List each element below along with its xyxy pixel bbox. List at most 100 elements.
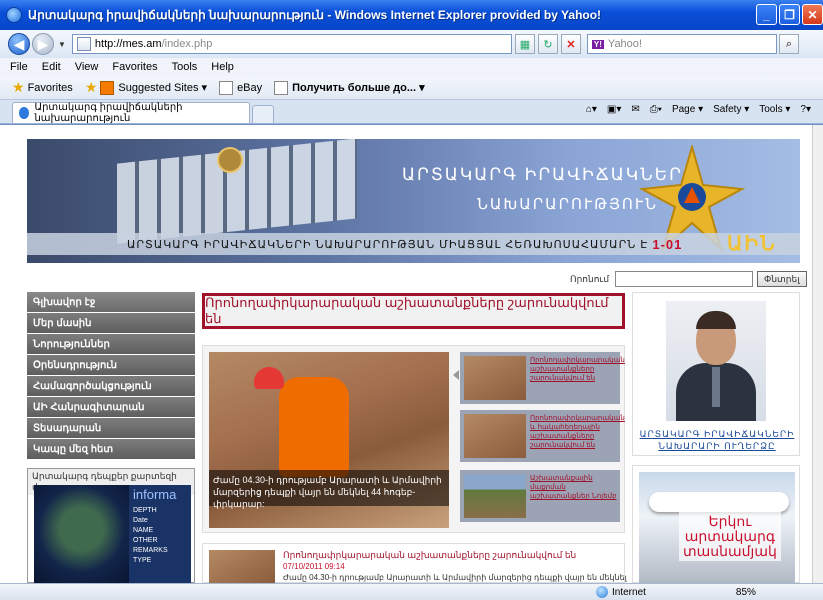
favorites-label: Favorites (27, 81, 73, 94)
ie-logo-icon (6, 7, 22, 23)
close-button[interactable]: ✕ (802, 4, 823, 25)
window-title: Արտակարգ իրավիճակների նախարարություն - W… (28, 8, 602, 22)
favorite-ebay-label: eBay (237, 81, 263, 94)
minister-tie (712, 367, 720, 407)
compatibility-icon[interactable]: ▦ (514, 34, 535, 54)
new-tab-button[interactable] (252, 105, 274, 123)
logo-text: ԱԻՆ (727, 233, 777, 255)
nav-contact[interactable]: Կապը մեզ հետ (27, 439, 195, 459)
maximize-button[interactable]: ❐ (779, 4, 800, 25)
promo-box[interactable]: Երկու արտակարգ տասնամյակ (632, 465, 800, 583)
forward-button[interactable]: ▶ (32, 33, 54, 55)
slider-thumb-2[interactable]: Որոնողափրկարարական և հակահեղեղային աշխատ… (460, 410, 625, 462)
window-controls: _ ❐ ✕ (756, 4, 823, 25)
zoom-level[interactable]: 85% (736, 587, 756, 598)
hotline-strip: ԱՐՏԱԿԱՐԳ ԻՐԱՎԻՃԱԿՆԵՐԻ ՆԱԽԱՐԱՐՈՒԹՅԱՆ ՄԻԱՑ… (27, 233, 800, 255)
slider-main-photo[interactable]: Ժամը 04.30-ի դրությամբ Արարատի և Արմավիր… (209, 352, 449, 528)
map-field-date: Date (133, 517, 148, 524)
nav-legislation[interactable]: Օրենսդրություն (27, 355, 195, 375)
map-info-heading: informa (133, 487, 177, 502)
nav-cooperation[interactable]: Համագործակցություն (27, 376, 195, 396)
favorites-bar: ★ Favorites ★ Suggested Sites ▾ eBay Пол… (0, 76, 823, 100)
menu-help[interactable]: Help (211, 61, 234, 73)
slider-thumb-3[interactable]: Աշխատանքային մաքրման աշխատանքներ Նոյեմբ (460, 470, 620, 522)
url-host: http://mes.am (94, 38, 162, 50)
minister-hair (696, 311, 736, 329)
map-field-other: OTHER (133, 537, 158, 544)
favorite-ebay[interactable]: eBay (219, 80, 263, 95)
security-zone-label: Internet (612, 586, 646, 598)
feeds-icon[interactable]: ▣▾ (607, 104, 621, 115)
nav-home[interactable]: Գլխավոր էջ (27, 292, 195, 312)
suggested-sites-icon (100, 80, 115, 95)
promo-text: Երկու արտակարգ տասնամյակ (679, 512, 781, 561)
left-navigation: Գլխավոր էջ Մեր մասին Նորություններ Օրենս… (27, 292, 195, 460)
site-search-input[interactable] (615, 271, 754, 287)
minister-box: ԱՐՏԱԿԱՐԳ ԻՐԱՎԻՃԱԿՆԵՐԻ ՆԱԽԱՐԱՐԻ ՈՒՂԵՐՁԸ (632, 292, 800, 456)
menu-bar: File Edit View Favorites Tools Help (0, 58, 823, 76)
address-input[interactable]: http://mes.am/index.php (71, 34, 512, 54)
status-bar: Internet 85% (0, 583, 823, 600)
yahoo-icon: Y! (591, 39, 604, 49)
slider-arrow-icon (453, 370, 459, 380)
menu-edit[interactable]: Edit (42, 61, 61, 73)
menu-file[interactable]: File (10, 61, 28, 73)
site-search: Որոնում Փնտրել (570, 271, 807, 287)
alert-banner[interactable]: Որոնողափրկարարական աշխատանքները շարունակ… (202, 293, 625, 329)
news-item-title[interactable]: Որոնողափրկարարական աշխատանքները շարունակ… (283, 550, 576, 561)
refresh-icon[interactable]: ↻ (537, 34, 558, 54)
map-image[interactable] (34, 485, 129, 583)
window-titlebar: Արտակարգ իրավիճակների նախարարություն - W… (0, 0, 823, 30)
slider-thumb-image (464, 474, 526, 518)
favorite-suggested-sites[interactable]: ★ Suggested Sites ▾ (85, 79, 207, 96)
rescuer-figure (279, 377, 349, 477)
add-favorite-icon: ★ (84, 79, 98, 95)
menu-tools[interactable]: Tools (172, 61, 198, 73)
page-scrollbar[interactable] (812, 125, 823, 583)
search-icon[interactable]: ⌕ (778, 34, 799, 54)
tab-label: Արտակարգ իրավիճակների նախարարություն (34, 102, 183, 124)
back-button[interactable]: ◀ (8, 33, 30, 55)
minister-caption-line1: ԱՐՏԱԿԱՐԳ ԻՐԱՎԻՃԱԿՆԵՐԻ (639, 429, 795, 439)
url-path: /index.php (161, 38, 213, 50)
get-more-page-icon (274, 80, 289, 95)
internet-zone-icon (596, 586, 608, 598)
news-item[interactable]: Որոնողափրկարարական աշխատանքները շարունակ… (202, 543, 627, 583)
slider-thumb-text: Որոնողափրկարարական և հակահեղեղային աշխատ… (530, 415, 625, 449)
command-bar: ⌂▾ ▣▾ ✉ ⎙▾ Page ▾ Safety ▾ Tools ▾ ?▾ (586, 104, 811, 115)
minimize-button[interactable]: _ (756, 4, 777, 25)
safety-menu[interactable]: Safety ▾ (713, 104, 749, 115)
nav-encyclopedia[interactable]: ԱԻ Հանրագիտարան (27, 397, 195, 417)
home-icon[interactable]: ⌂▾ (586, 104, 597, 115)
site-search-button[interactable]: Փնտրել (757, 271, 807, 287)
menu-view[interactable]: View (75, 61, 99, 73)
nav-news[interactable]: Նորություններ (27, 334, 195, 354)
tools-menu[interactable]: Tools ▾ (759, 104, 790, 115)
help-icon[interactable]: ?▾ (800, 104, 811, 115)
nav-about[interactable]: Մեր մասին (27, 313, 195, 333)
favorite-get-more[interactable]: Получить больше до... ▾ (274, 80, 425, 95)
menu-favorites[interactable]: Favorites (112, 61, 157, 73)
favorite-suggested-label: Suggested Sites ▾ (118, 82, 208, 94)
tab-ie-icon (19, 107, 30, 119)
search-input[interactable]: Y! Yahoo! (586, 34, 777, 54)
ebay-page-icon (219, 80, 234, 95)
minister-caption-link[interactable]: ԱՐՏԱԿԱՐԳ ԻՐԱՎԻՃԱԿՆԵՐԻ ՆԱԽԱՐԱՐԻ ՈՒՂԵՐՁԸ (633, 428, 801, 452)
favorites-button[interactable]: ★ Favorites (12, 79, 73, 96)
slider-thumb-1[interactable]: Որոնողափրկարարական աշխատանքները շարունակ… (460, 352, 625, 404)
slider-thumb-text: Աշխատանքային մաքրման աշխատանքներ Նոյեմբ (530, 475, 617, 500)
stop-icon[interactable]: ✕ (560, 34, 581, 54)
map-info-panel: informa DEPTH Date NAME OTHER REMARKS TY… (129, 485, 191, 583)
banner-line2: ՆԱԽԱՐԱՐՈՒԹՅՈՒՆ (477, 196, 658, 213)
incident-map-box: Արտակարգ դեպքեր քարտեզի վրա informa DEPT… (27, 468, 195, 583)
tab-current[interactable]: Արտակարգ իրավիճակների նախարարություն (12, 102, 250, 124)
coat-of-arms-icon (217, 147, 243, 173)
print-icon[interactable]: ⎙▾ (650, 104, 662, 115)
history-dropdown-icon[interactable]: ▼ (58, 40, 66, 49)
minister-photo[interactable] (666, 301, 766, 421)
mail-icon[interactable]: ✉ (631, 104, 639, 115)
news-item-text: Ժամը 04.30-ի դրությամբ Արարատի և Արմավիր… (283, 573, 627, 582)
hotline-number: 1-01 (652, 236, 683, 252)
nav-video[interactable]: Տեսադարան (27, 418, 195, 438)
page-menu[interactable]: Page ▾ (672, 104, 703, 115)
